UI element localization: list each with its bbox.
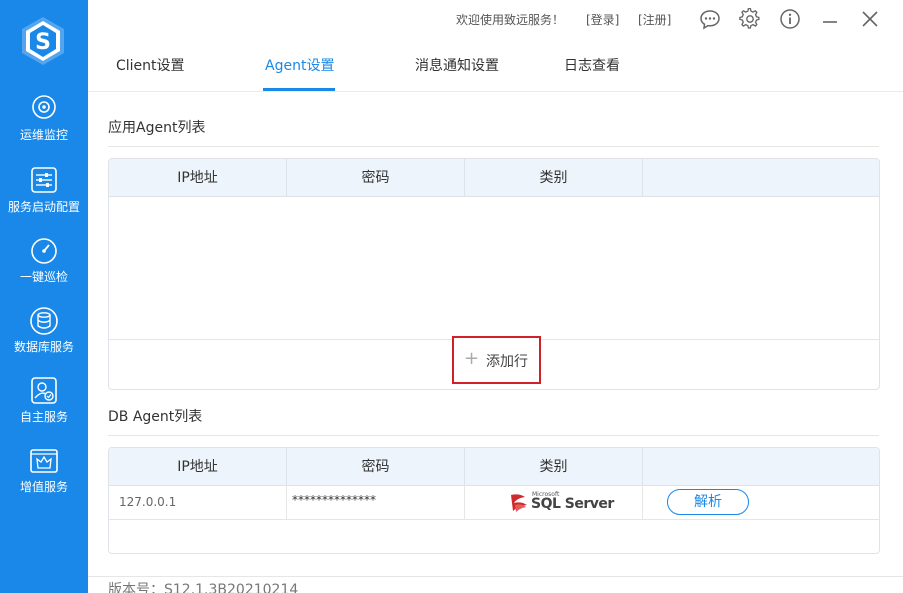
sidebar: S 运维监控 服务启动配置 一键巡检 数据库服务 自主服务 增值服务 (0, 0, 88, 593)
column-header-password: 密码 (287, 159, 465, 196)
crown-icon (30, 449, 58, 473)
sql-server-logo-text: SQL Server (531, 496, 614, 512)
column-header-ip: IP地址 (109, 448, 287, 485)
tab-log-view[interactable]: 日志查看 (564, 55, 620, 75)
app-logo-icon: S (22, 17, 64, 65)
gauge-icon (31, 238, 57, 264)
column-header-ip: IP地址 (109, 159, 287, 196)
sidebar-item-database-service[interactable]: 数据库服务 (0, 306, 88, 368)
title-bar: 欢迎使用致远服务！ [登录] [注册] (88, 0, 903, 40)
sidebar-item-label: 增值服务 (19, 480, 68, 494)
plus-icon: + (464, 348, 480, 369)
add-row-button[interactable]: + 添加行 (452, 336, 541, 384)
sidebar-item-self-service[interactable]: 自主服务 (0, 376, 88, 438)
add-row-label: 添加行 (486, 354, 528, 370)
sidebar-item-value-added[interactable]: 增值服务 (0, 446, 88, 508)
parse-button[interactable]: 解析 (667, 489, 749, 515)
minimize-icon[interactable] (819, 8, 841, 30)
app-agent-list-title: 应用Agent列表 (108, 120, 206, 136)
info-icon[interactable] (779, 8, 801, 30)
table-empty-body (109, 197, 879, 340)
gear-icon[interactable] (739, 8, 761, 30)
db-agent-list-title: DB Agent列表 (108, 409, 203, 425)
database-icon (30, 307, 58, 335)
sidebar-item-label: 一键巡检 (19, 270, 68, 284)
column-header-action (643, 448, 879, 485)
register-link[interactable]: [注册] (638, 11, 671, 28)
sidebar-item-inspection[interactable]: 一键巡检 (0, 236, 88, 298)
sidebar-item-service-config[interactable]: 服务启动配置 (0, 166, 88, 228)
tab-client-settings[interactable]: Client设置 (116, 55, 185, 75)
column-header-type: 类别 (465, 159, 643, 196)
cell-password: ************** (287, 486, 465, 519)
sidebar-item-label: 自主服务 (19, 410, 68, 424)
tab-bar: Client设置 Agent设置 消息通知设置 日志查看 (88, 40, 903, 92)
db-agent-table: IP地址 密码 类别 127.0.0.1 ************** Micr… (108, 447, 880, 554)
footer-divider (88, 576, 903, 577)
tab-agent-settings[interactable]: Agent设置 (265, 55, 334, 75)
sidebar-item-ops-monitor[interactable]: 运维监控 (0, 94, 88, 156)
tab-notification-settings[interactable]: 消息通知设置 (415, 55, 499, 75)
svg-text:S: S (35, 30, 51, 55)
table-header: IP地址 密码 类别 (109, 159, 879, 197)
column-header-action (643, 159, 879, 196)
login-link[interactable]: [登录] (586, 11, 619, 28)
close-icon[interactable] (859, 8, 881, 30)
version-label: 版本号：S12.1.3B20210214 (108, 582, 299, 593)
column-header-password: 密码 (287, 448, 465, 485)
active-tab-indicator (263, 88, 335, 91)
sliders-icon (31, 167, 57, 193)
cell-type: Microsoft SQL Server (465, 486, 643, 519)
sidebar-item-label: 服务启动配置 (7, 200, 80, 214)
cell-action: 解析 (643, 486, 879, 519)
column-header-type: 类别 (465, 448, 643, 485)
user-check-icon (31, 377, 57, 404)
table-row: 127.0.0.1 ************** Microsoft SQL S… (109, 486, 879, 520)
camera-monitor-icon (32, 95, 56, 119)
section-divider (108, 435, 879, 436)
welcome-text: 欢迎使用致远服务！ (456, 13, 565, 27)
table-header: IP地址 密码 类别 (109, 448, 879, 486)
chat-icon[interactable] (699, 8, 721, 30)
sql-server-logo-icon (511, 494, 527, 512)
section-divider (108, 146, 879, 147)
sidebar-item-label: 运维监控 (19, 128, 68, 142)
cell-ip: 127.0.0.1 (109, 486, 287, 519)
sidebar-item-label: 数据库服务 (13, 340, 74, 354)
